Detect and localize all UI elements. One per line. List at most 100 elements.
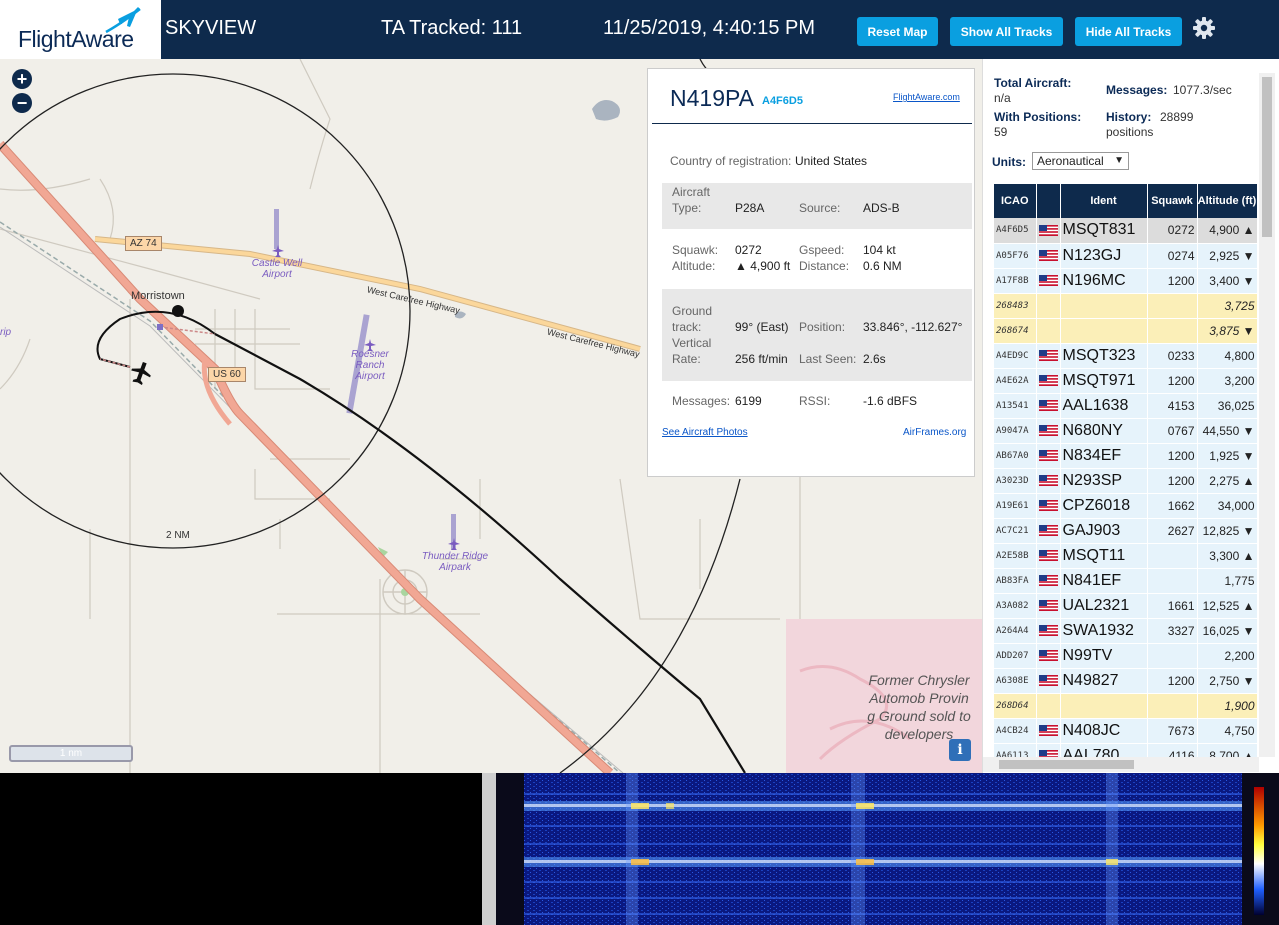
cell-flag	[1036, 518, 1061, 544]
table-row[interactable]: A13541 AAL1638 4153 36,025	[994, 393, 1258, 419]
table-row[interactable]: A4E62A MSQT971 1200 3,200	[994, 368, 1258, 394]
area-label-proving-ground: Former ChryslerAutomob Proving Ground so…	[867, 672, 971, 742]
aircraft-ident: N419PA	[670, 85, 754, 111]
cell-altitude: 16,025 ▼	[1197, 618, 1258, 644]
table-row[interactable]: A9047A N680NY 0767 44,550 ▼	[994, 418, 1258, 444]
cell-squawk	[1147, 643, 1198, 669]
cell-icao: A13541	[994, 393, 1037, 419]
cell-squawk: 7673	[1147, 718, 1198, 744]
us-flag-icon	[1038, 724, 1058, 736]
table-row[interactable]: A6308E N49827 1200 2,750 ▼	[994, 668, 1258, 694]
table-row[interactable]: A4ED9C MSQT323 0233 4,800	[994, 343, 1258, 369]
track-label-1: Ground	[672, 304, 713, 318]
cell-altitude: 12,825 ▼	[1197, 518, 1258, 544]
cell-flag	[1036, 593, 1061, 619]
selected-aircraft-icon[interactable]	[130, 361, 152, 385]
cell-ident: N196MC	[1060, 268, 1148, 294]
col-header-ident[interactable]: Ident	[1060, 184, 1148, 218]
aircraft-table: ICAO Ident Squawk Altitude (ft) A4F6D5 MS…	[994, 184, 1258, 769]
table-row[interactable]: AB83FA N841EF 1,775	[994, 568, 1258, 594]
table-row[interactable]: A4CB24 N408JC 7673 4,750	[994, 718, 1258, 744]
us-flag-icon	[1038, 249, 1058, 261]
horizontal-scrollbar[interactable]	[983, 757, 1259, 772]
cell-squawk: 2627	[1147, 518, 1198, 544]
aircraft-photos-link[interactable]: See Aircraft Photos	[662, 427, 748, 438]
table-row[interactable]: 268483 3,725	[994, 293, 1258, 319]
lastseen-label: Last Seen:	[799, 352, 857, 366]
flightaware-link[interactable]: FlightAware.com	[893, 92, 960, 102]
flightaware-logo[interactable]: FlightAware	[0, 0, 161, 59]
table-row[interactable]: A17F8B N196MC 1200 3,400 ▼	[994, 268, 1258, 294]
us-flag-icon	[1038, 349, 1058, 361]
cell-ident: CPZ6018	[1060, 493, 1148, 519]
table-row[interactable]: 268674 3,875 ▼	[994, 318, 1258, 344]
altitude-value: ▲ 4,900 ft	[735, 259, 791, 273]
cell-altitude: 2,925 ▼	[1197, 243, 1258, 269]
table-row[interactable]: A05F76 N123GJ 0274 2,925 ▼	[994, 243, 1258, 269]
cell-squawk: 1200	[1147, 268, 1198, 294]
cell-ident: MSQT971	[1060, 368, 1148, 394]
zoom-in-button[interactable]: +	[12, 69, 32, 89]
cell-flag	[1036, 343, 1061, 369]
table-row[interactable]: ADD207 N99TV 2,200	[994, 643, 1258, 669]
cell-altitude: 4,750	[1197, 718, 1258, 744]
gear-icon[interactable]	[1192, 16, 1216, 40]
panel-divider	[482, 773, 496, 925]
reset-map-button[interactable]: Reset Map	[857, 17, 938, 46]
cell-altitude: 3,875 ▼	[1197, 318, 1258, 344]
table-row[interactable]: A264A4 SWA1932 3327 16,025 ▼	[994, 618, 1258, 644]
hide-all-tracks-button[interactable]: Hide All Tracks	[1075, 17, 1182, 46]
airplane-logo-icon	[105, 7, 141, 34]
airport-label-partial: rip	[0, 327, 12, 338]
table-row[interactable]: 268D64 1,900	[994, 693, 1258, 719]
table-row[interactable]: A2E58B MSQT11 3,300 ▲	[994, 543, 1258, 569]
us-flag-icon	[1038, 649, 1058, 661]
cell-ident: MSQT831	[1060, 218, 1148, 244]
cell-icao: A4E62A	[994, 368, 1037, 394]
table-row[interactable]: AB67A0 N834EF 1200 1,925 ▼	[994, 443, 1258, 469]
cell-flag	[1036, 243, 1061, 269]
source-value: ADS-B	[863, 201, 900, 215]
table-row[interactable]: A19E61 CPZ6018 1662 34,000	[994, 493, 1258, 519]
col-header-icao[interactable]: ICAO	[994, 184, 1037, 218]
cell-ident: N99TV	[1060, 643, 1148, 669]
cell-squawk: 1200	[1147, 443, 1198, 469]
scrollbar-thumb[interactable]	[1262, 77, 1272, 237]
table-row[interactable]: A4F6D5 MSQT831 0272 4,900 ▲	[994, 218, 1258, 244]
cell-ident: GAJ903	[1060, 518, 1148, 544]
col-header-squawk[interactable]: Squawk	[1147, 184, 1198, 218]
airport-label-roesner: Roesner Ranch Airport	[351, 349, 389, 382]
cell-icao: 268D64	[994, 693, 1037, 719]
source-label: Source:	[799, 201, 841, 215]
units-select[interactable]: Aeronautical ▼	[1032, 152, 1129, 170]
table-row[interactable]: A3A082 UAL2321 1661 12,525 ▲	[994, 593, 1258, 619]
us-flag-icon	[1038, 599, 1058, 611]
table-row[interactable]: A3023D N293SP 1200 2,275 ▲	[994, 468, 1258, 494]
cell-icao: AB83FA	[994, 568, 1037, 594]
aircraft-list-panel: Total Aircraft: n/a Messages: 1077.3/sec…	[982, 59, 1279, 773]
col-header-altitude[interactable]: Altitude (ft)	[1197, 184, 1258, 218]
with-positions-value: 59	[994, 125, 1008, 139]
cell-icao: AC7C21	[994, 518, 1037, 544]
show-all-tracks-button[interactable]: Show All Tracks	[950, 17, 1063, 46]
vrate-label-2: Rate:	[672, 352, 701, 366]
type-label-2: Type:	[672, 201, 702, 215]
vertical-scrollbar[interactable]	[1259, 73, 1275, 757]
track-value: 99° (East)	[735, 320, 789, 334]
cell-ident	[1060, 293, 1148, 319]
cell-icao: A9047A	[994, 418, 1037, 444]
map-scale-bar: 1 nm	[9, 745, 133, 762]
airframes-link[interactable]: AirFrames.org	[903, 427, 966, 438]
cell-squawk	[1147, 568, 1198, 594]
col-header-flag[interactable]	[1036, 184, 1061, 218]
cell-ident: N834EF	[1060, 443, 1148, 469]
cell-squawk: 0272	[1147, 218, 1198, 244]
units-value: Aeronautical	[1037, 154, 1104, 168]
table-header-row: ICAO Ident Squawk Altitude (ft)	[994, 184, 1258, 218]
table-row[interactable]: AC7C21 GAJ903 2627 12,825 ▼	[994, 518, 1258, 544]
country-value: United States	[795, 154, 868, 168]
scrollbar-thumb[interactable]	[999, 760, 1134, 769]
map-attribution-button[interactable]: i	[949, 739, 971, 761]
zoom-out-button[interactable]: −	[12, 93, 32, 113]
squawk-label: Squawk:	[672, 243, 719, 257]
